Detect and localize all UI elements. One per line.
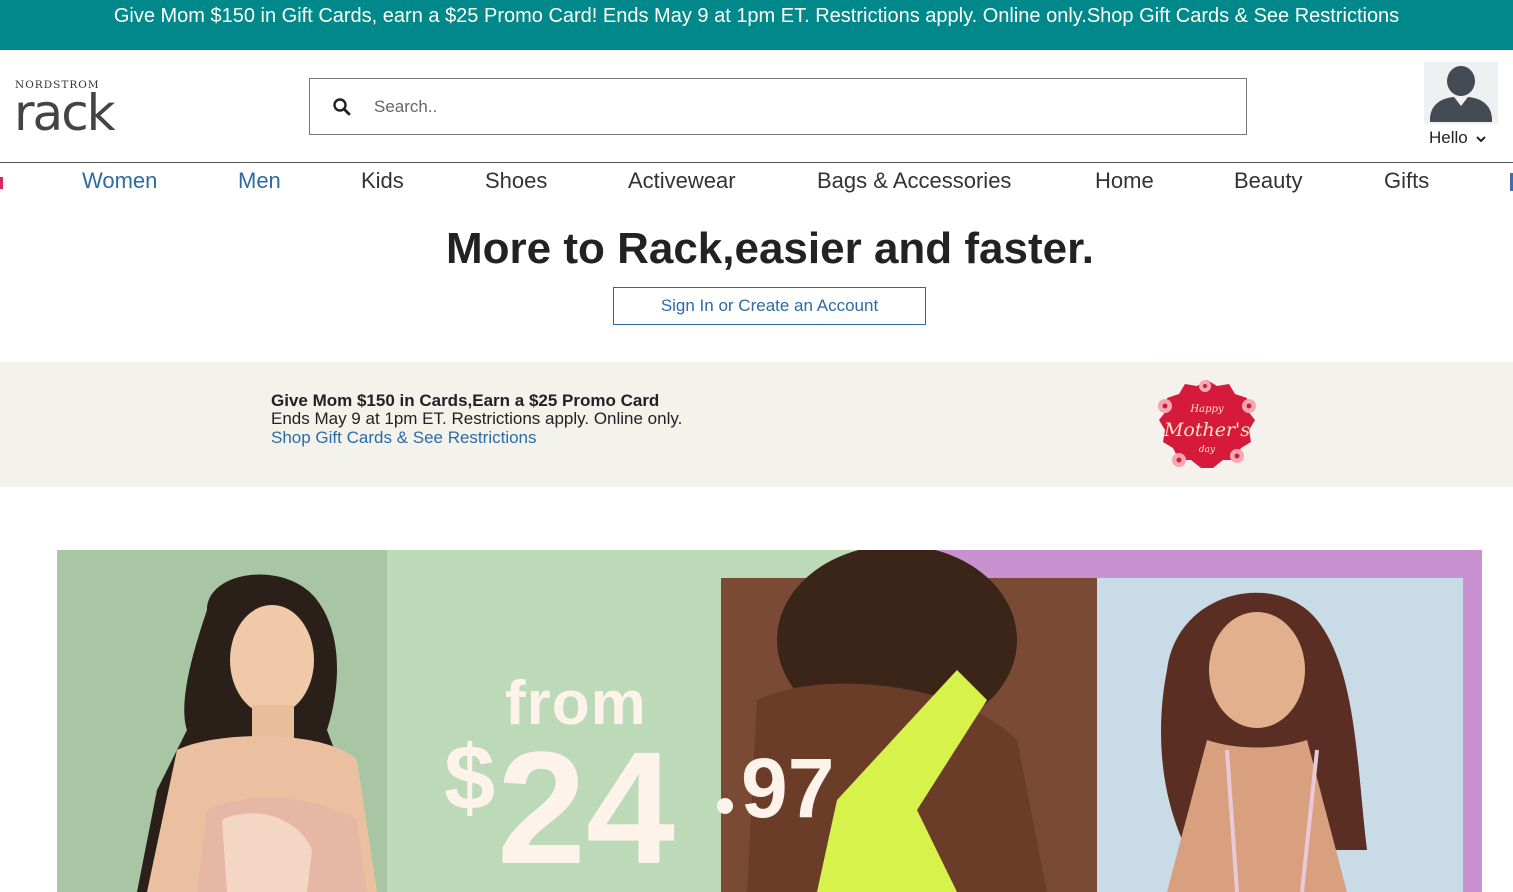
sale-price-cents: 97 [741, 741, 835, 835]
promo-bar-text[interactable]: Give Mom $150 in Gift Cards, earn a $25 … [114, 5, 1399, 27]
nav-item-gifts[interactable]: Gifts [1384, 168, 1429, 194]
nordstrom-rack-logo[interactable]: NORDSTROM rack [14, 79, 134, 139]
nav-item-beauty[interactable]: Beauty [1234, 168, 1303, 194]
account-greeting-label: Hello [1429, 128, 1468, 147]
shop-gift-cards-link[interactable]: Shop Gift Cards & See Restrictions [271, 428, 537, 448]
mothers-day-card-image[interactable]: Happy Mother's day [1145, 364, 1269, 485]
account-greeting[interactable]: Hello [1429, 128, 1487, 148]
search-bar[interactable] [309, 78, 1247, 135]
search-icon[interactable] [332, 97, 352, 117]
account-menu[interactable]: Hello [1424, 62, 1500, 152]
card-day-text: day [1199, 445, 1216, 455]
sale-hero-banner[interactable]: from $ 24 97 [57, 550, 1482, 892]
nav-item-home[interactable]: Home [1095, 168, 1154, 194]
nav-item-bags-accessories[interactable]: Bags & Accessories [817, 168, 1011, 194]
nav-item-shoes[interactable]: Shoes [485, 168, 547, 194]
sale-price-dollar-sign: $ [444, 727, 496, 829]
search-input[interactable] [374, 89, 1234, 125]
card-happy-text: Happy [1189, 404, 1223, 415]
logo-rack-text: rack [14, 84, 116, 142]
user-avatar-icon[interactable] [1424, 62, 1498, 124]
card-mothers-text: Mother's [1163, 419, 1250, 441]
sign-in-button[interactable]: Sign In or Create an Account [613, 287, 926, 325]
nav-item-women[interactable]: Women [82, 168, 157, 194]
promo-bar[interactable]: Give Mom $150 in Gift Cards, earn a $25 … [0, 0, 1513, 50]
nav-item-activewear[interactable]: Activewear [628, 168, 736, 194]
sale-price-dollars: 24 [497, 718, 675, 892]
nav-item-men[interactable]: Men [238, 168, 281, 194]
page-title: More to Rack,easier and faster. [445, 224, 1095, 273]
category-nav: Women Men Kids Shoes Activewear Bags & A… [0, 162, 1513, 202]
mothers-day-banner: Give Mom $150 in Cards,Earn a $25 Promo … [0, 362, 1513, 487]
chevron-down-icon [1476, 135, 1487, 142]
banner-title: Give Mom $150 in Cards,Earn a $25 Promo … [271, 391, 660, 410]
sale-price-decimal-point [717, 798, 733, 814]
banner-subtitle: Ends May 9 at 1pm ET. Restrictions apply… [271, 409, 683, 428]
sale-hero-photo [57, 550, 1482, 892]
nav-scroll-edge-left [0, 177, 3, 189]
site-header: NORDSTROM rack Hello [0, 50, 1513, 162]
nav-item-kids[interactable]: Kids [361, 168, 404, 194]
